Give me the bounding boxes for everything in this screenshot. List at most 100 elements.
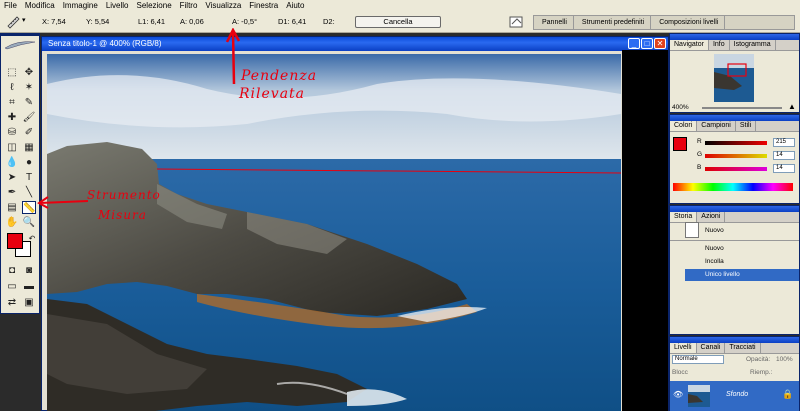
slice-tool-icon[interactable]: ✎ <box>22 96 36 109</box>
shape-tool-icon[interactable]: ╲ <box>22 186 36 199</box>
well-tab-strumenti[interactable]: Strumenti predefiniti <box>574 16 652 29</box>
well-tab-pannelli[interactable]: Pannelli <box>534 16 574 29</box>
tool-preset-arrow-icon[interactable]: ▾ <box>22 16 26 24</box>
pen-tool-icon[interactable]: ✒ <box>5 186 19 199</box>
measure-x: X: 7,54 <box>42 17 66 26</box>
eraser-tool-icon[interactable]: ◫ <box>5 141 19 154</box>
document-title-bar[interactable]: Senza titolo-1 @ 400% (RGB/8) _ □ ✕ <box>42 37 668 51</box>
lasso-tool-icon[interactable]: ℓ <box>5 81 19 94</box>
navigator-zoom[interactable]: 400% <box>672 104 689 111</box>
document-title: Senza titolo-1 @ 400% (RGB/8) <box>48 39 162 48</box>
magic-wand-tool-icon[interactable]: ✶ <box>22 81 36 94</box>
navigator-thumbnail[interactable] <box>714 54 754 102</box>
notes-tool-icon[interactable]: ▤ <box>5 201 19 214</box>
tab-azioni[interactable]: Azioni <box>697 212 726 222</box>
gradient-tool-icon[interactable]: ▦ <box>22 141 36 154</box>
history-item-incolla[interactable]: Incolla <box>685 256 799 268</box>
tab-tracciati[interactable]: Tracciati <box>725 343 761 353</box>
layer-name[interactable]: Sfondo <box>726 391 748 398</box>
annotation-tool-line-2: Misura <box>98 208 147 222</box>
layer-thumbnail <box>688 385 710 407</box>
zoom-tool-icon[interactable]: 🔍 <box>22 216 36 229</box>
tab-storia[interactable]: Storia <box>670 212 698 222</box>
cancel-button[interactable]: Cancella <box>355 16 441 28</box>
zoom-in-icon[interactable]: ▲ <box>788 102 796 111</box>
history-item-unico-livello[interactable]: Unico livello <box>685 269 799 281</box>
tab-info[interactable]: Info <box>709 40 730 50</box>
channel-g-slider[interactable] <box>705 154 767 158</box>
menu-livello[interactable]: Livello <box>106 0 129 11</box>
toolbox: ⬚ ✥ ℓ ✶ ⌗ ✎ ✚ 🖌 ⛁ ✐ ◫ ▦ 💧 ● ➤ T ✒ ╲ ▤ 📏 … <box>0 33 40 314</box>
channel-r-slider[interactable] <box>705 141 767 145</box>
layers-panel: Livelli Canali Tracciati Normale Opacità… <box>669 336 800 411</box>
channel-g-value[interactable]: 14 <box>773 151 795 160</box>
channel-r-value[interactable]: 215 <box>773 138 795 147</box>
opacity-value[interactable]: 100% <box>776 356 793 363</box>
history-brush-tool-icon[interactable]: ✐ <box>22 126 36 139</box>
clone-stamp-tool-icon[interactable]: ⛁ <box>5 126 19 139</box>
brush-tool-icon[interactable]: 🖌 <box>22 111 36 124</box>
path-selection-tool-icon[interactable]: ➤ <box>5 171 19 184</box>
hand-tool-icon[interactable]: ✋ <box>5 216 19 229</box>
snapshot-thumbnail[interactable] <box>685 222 699 238</box>
marquee-tool-icon[interactable]: ⬚ <box>5 66 19 79</box>
tab-navigator[interactable]: Navigator <box>670 40 709 50</box>
type-tool-icon[interactable]: T <box>22 171 36 184</box>
color-spectrum-bar[interactable] <box>673 183 793 191</box>
tab-campioni[interactable]: Campioni <box>697 121 736 131</box>
tab-istogramma[interactable]: Istogramma <box>730 40 776 50</box>
swap-colors-icon[interactable]: ↶ <box>25 232 39 245</box>
measure-width: L1: 6,41 <box>138 17 166 26</box>
menu-finestra[interactable]: Finestra <box>249 0 278 11</box>
menu-selezione[interactable]: Selezione <box>137 0 172 11</box>
menu-file[interactable]: File <box>4 0 17 11</box>
tab-livelli[interactable]: Livelli <box>670 343 697 353</box>
maximize-icon[interactable]: □ <box>641 38 653 49</box>
history-item-nuovo[interactable]: Nuovo <box>685 243 799 255</box>
image-canvas[interactable] <box>47 54 621 411</box>
fill-label: Riemp.: <box>750 369 773 376</box>
dodge-tool-icon[interactable]: ● <box>22 156 36 169</box>
menu-modifica[interactable]: Modifica <box>25 0 55 11</box>
menu-immagine[interactable]: Immagine <box>63 0 98 11</box>
colors-foreground-swatch[interactable] <box>673 137 687 151</box>
history-panel: Storia Azioni Nuovo Nuovo Incolla Unico … <box>669 205 800 335</box>
options-bar: ▾ X: 7,54 Y: 5,54 L1: 6,41 A: 0,06 A: -0… <box>0 11 800 33</box>
extra-tool-icon[interactable]: ▣ <box>22 296 36 309</box>
measure-y: Y: 5,54 <box>86 17 110 26</box>
well-tab-composizioni[interactable]: Composizioni livelli <box>651 16 726 29</box>
jump-to-imageready-icon[interactable]: ⇄ <box>5 296 19 309</box>
minimize-icon[interactable]: _ <box>628 38 640 49</box>
foreground-color-swatch[interactable] <box>7 233 23 249</box>
navigator-zoom-slider[interactable] <box>702 107 782 109</box>
blur-tool-icon[interactable]: 💧 <box>5 156 19 169</box>
screen-mode-standard-icon[interactable]: ▭ <box>5 280 19 293</box>
menu-filtro[interactable]: Filtro <box>180 0 198 11</box>
layer-visibility-eye-icon[interactable]: 👁 <box>673 390 683 399</box>
close-icon[interactable]: ✕ <box>654 38 666 49</box>
annotation-tool-line-1: Strumento <box>87 188 161 202</box>
channel-b-slider[interactable] <box>705 167 767 171</box>
ruler-tool-icon[interactable] <box>6 15 20 29</box>
channel-b-value[interactable]: 14 <box>773 164 795 173</box>
snapshot-label[interactable]: Nuovo <box>705 227 724 234</box>
blend-mode-select[interactable]: Normale <box>672 355 724 364</box>
colors-panel: Colori Campioni Stili R 215 G 14 B 14 <box>669 114 800 204</box>
crop-tool-icon[interactable]: ⌗ <box>5 96 19 109</box>
healing-brush-tool-icon[interactable]: ✚ <box>5 111 19 124</box>
screen-mode-full-icon[interactable]: ▬ <box>22 280 36 293</box>
palette-well-icon[interactable] <box>508 14 526 30</box>
tab-colori[interactable]: Colori <box>670 121 698 131</box>
quick-mask-icon[interactable]: ◙ <box>22 264 36 277</box>
navigator-panel: Navigator Info Istogramma 400% ▲ <box>669 33 800 113</box>
tab-canali[interactable]: Canali <box>697 343 726 353</box>
menu-visualizza[interactable]: Visualizza <box>205 0 241 11</box>
channel-g-label: G <box>697 151 703 158</box>
layer-row-sfondo[interactable]: 👁 Sfondo 🔒 <box>670 381 799 411</box>
menu-aiuto[interactable]: Aiuto <box>286 0 304 11</box>
move-tool-icon[interactable]: ✥ <box>22 66 36 79</box>
measure-tool-icon[interactable]: 📏 <box>22 201 36 214</box>
measure-distance-1: D1: 6,41 <box>278 17 307 26</box>
standard-mode-icon[interactable]: ◘ <box>5 264 19 277</box>
tab-stili[interactable]: Stili <box>736 121 757 131</box>
